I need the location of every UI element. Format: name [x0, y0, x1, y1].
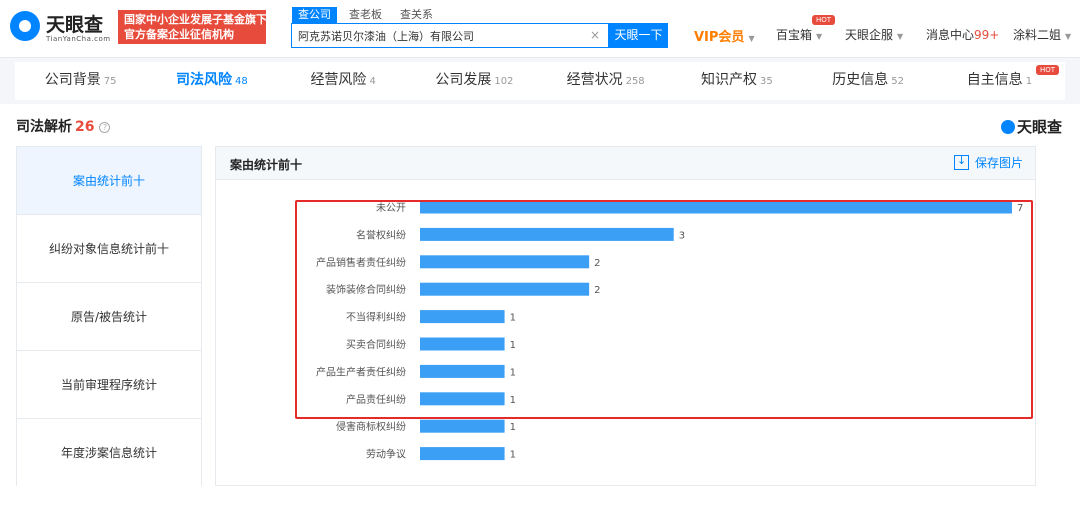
tab-label: 自主信息 — [966, 72, 1023, 88]
enterprise-label: 天眼企服 — [845, 28, 894, 42]
badge-line-1: 国家中小企业发展子基金旗下 — [124, 13, 267, 26]
user-name: 涂料二姐 — [1013, 28, 1062, 42]
tab-label: 历史信息 — [832, 72, 889, 88]
side-item-top-causes[interactable]: 案由统计前十 — [17, 147, 201, 215]
tab-count: 52 — [891, 76, 904, 87]
side-item-yearly-cases[interactable]: 年度涉案信息统计 — [17, 419, 201, 487]
badge-line-2: 官方备案企业征信机构 — [124, 28, 234, 41]
section-count: 26 — [75, 119, 95, 135]
bar-category-label: 侵害商标权纠纷 — [336, 420, 406, 433]
tab-label: 经营风险 — [310, 72, 367, 88]
enterprise-menu[interactable]: 天眼企服 ▼ — [845, 26, 903, 43]
user-menu[interactable]: 涂料二姐 ▼ — [1013, 26, 1071, 43]
tab-label: 知识产权 — [701, 72, 757, 88]
tab-intellectual-property[interactable]: 知识产权 35 — [671, 62, 802, 100]
tab-operation-risk[interactable]: 经营风险 4 — [278, 62, 409, 100]
hot-badge: HOT — [1035, 65, 1059, 75]
side-item-trial-procedure[interactable]: 当前审理程序统计 — [17, 351, 201, 419]
chevron-down-icon: ▼ — [897, 32, 904, 41]
search-tab-company[interactable]: 查公司 — [292, 7, 337, 23]
tab-self-info[interactable]: 自主信息 1 HOT — [934, 62, 1065, 100]
tab-count: 102 — [494, 76, 514, 87]
vip-menu[interactable]: VIP会员 ▼ — [694, 26, 755, 45]
tab-count: 1 — [1025, 76, 1033, 87]
brand-name: 天眼查 — [1016, 118, 1062, 136]
tab-operation-status[interactable]: 经营状况 258 — [540, 62, 671, 100]
official-badge: 国家中小企业发展子基金旗下 官方备案企业征信机构 — [118, 10, 267, 44]
chevron-down-icon: ▼ — [1065, 32, 1072, 41]
search-type-tabs: 查公司 查老板 查关系 — [292, 7, 439, 23]
search-tab-relation[interactable]: 查关系 — [394, 7, 439, 23]
clear-icon[interactable]: × — [590, 28, 600, 42]
top-header: 天眼查 TianYanCha.com 国家中小企业发展子基金旗下 官方备案企业征… — [0, 0, 1080, 58]
logo-name: 天眼查 — [46, 14, 104, 36]
section-title-text: 司法解析 — [16, 119, 72, 135]
logo-subtitle: TianYanCha.com — [46, 35, 111, 43]
chevron-down-icon: ▼ — [816, 32, 823, 41]
search-tab-boss[interactable]: 查老板 — [343, 7, 388, 23]
message-count: 99+ — [974, 28, 1000, 42]
bar[interactable] — [420, 447, 505, 461]
vip-label: VIP会员 — [694, 30, 745, 45]
tab-count: 4 — [369, 76, 376, 87]
bar[interactable] — [420, 419, 505, 433]
tab-company-development[interactable]: 公司发展 102 — [409, 62, 540, 100]
tab-label: 公司发展 — [435, 72, 492, 88]
message-label: 消息中心 — [926, 28, 975, 42]
analysis-side-menu: 案由统计前十 纠纷对象信息统计前十 原告/被告统计 当前审理程序统计 年度涉案信… — [16, 146, 202, 487]
section-title: 司法解析 26? — [16, 116, 111, 136]
tab-count: 48 — [235, 76, 248, 87]
logo-eye-icon — [1000, 120, 1015, 134]
search-button[interactable]: 天眼一下 — [609, 23, 668, 48]
bar-value-label: 1 — [510, 450, 516, 461]
tab-count: 258 — [625, 76, 645, 87]
help-icon[interactable]: ? — [99, 122, 111, 133]
tab-count: 75 — [103, 76, 117, 87]
search-box: × — [291, 23, 609, 48]
tab-count: 35 — [760, 76, 773, 87]
chevron-down-icon: ▼ — [748, 34, 755, 43]
company-tabs: 公司背景 75 司法风险 48 经营风险 4 公司发展 102 经营状况 258 知识产权… — [15, 62, 1065, 100]
message-center[interactable]: 消息中心99+ — [926, 26, 999, 43]
bar-value-label: 1 — [510, 422, 516, 433]
side-item-dispute-objects[interactable]: 纠纷对象信息统计前十 — [17, 215, 201, 283]
hot-badge: HOT — [812, 15, 836, 25]
tab-judicial-risk[interactable]: 司法风险 48 — [146, 62, 277, 100]
side-item-plaintiff-defendant[interactable]: 原告/被告统计 — [17, 283, 201, 351]
logo-eye-icon — [10, 11, 40, 41]
tab-label: 经营状况 — [566, 72, 623, 88]
site-logo[interactable]: 天眼查 TianYanCha.com — [10, 8, 115, 48]
treasure-label: 百宝箱 — [776, 28, 813, 42]
tab-history[interactable]: 历史信息 52 — [803, 62, 934, 100]
tab-label: 公司背景 — [44, 72, 101, 88]
highlight-annotation-box — [295, 200, 1033, 419]
brand-watermark-logo: 天眼查 — [1000, 116, 1062, 137]
bar-category-label: 劳动争议 — [366, 448, 406, 461]
tab-label: 司法风险 — [176, 72, 232, 88]
tab-company-background[interactable]: 公司背景 75 — [15, 62, 146, 100]
treasure-menu[interactable]: 百宝箱 ▼ — [776, 26, 822, 43]
search-input[interactable] — [298, 29, 578, 42]
